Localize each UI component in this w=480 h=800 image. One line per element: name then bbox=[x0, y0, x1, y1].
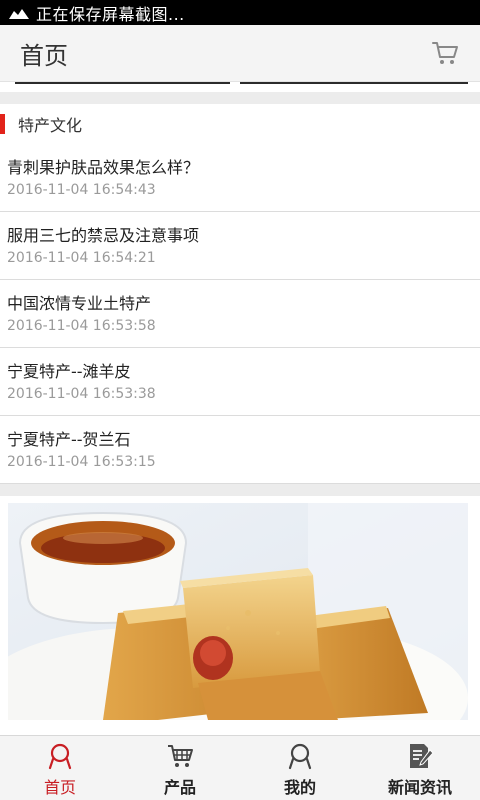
nav-item-products[interactable]: 产品 bbox=[120, 736, 240, 800]
app-header: 首页 bbox=[0, 25, 480, 82]
cart-button[interactable] bbox=[428, 36, 462, 70]
nav-label-news: 新闻资讯 bbox=[387, 778, 452, 797]
article-item[interactable]: 青刺果护肤品效果怎么样？ 2016-11-04 16:54:43 bbox=[0, 144, 480, 212]
article-title: 服用三七的禁忌及注意事项 bbox=[7, 226, 200, 245]
article-title: 宁夏特产--滩羊皮 bbox=[7, 362, 131, 381]
user-icon bbox=[288, 743, 312, 770]
article-item[interactable]: 服用三七的禁忌及注意事项 2016-11-04 16:54:21 bbox=[0, 212, 480, 280]
article-title: 中国浓情专业土特产 bbox=[7, 294, 152, 313]
article-date: 2016-11-04 16:53:58 bbox=[7, 318, 156, 334]
nav-label-products: 产品 bbox=[163, 778, 196, 797]
section-title: 特产文化 bbox=[18, 116, 83, 135]
nav-label-home: 首页 bbox=[43, 778, 76, 797]
article-item[interactable]: 宁夏特产--滩羊皮 2016-11-04 16:53:38 bbox=[0, 348, 480, 416]
section-divider bbox=[0, 484, 480, 496]
article-date: 2016-11-04 16:53:38 bbox=[7, 386, 156, 402]
cart-icon bbox=[432, 42, 458, 64]
screenshot-notification-icon bbox=[9, 8, 29, 19]
article-date: 2016-11-04 16:54:43 bbox=[7, 182, 156, 198]
article-title: 青刺果护肤品效果怎么样？ bbox=[7, 158, 200, 177]
article-item[interactable]: 宁夏特产--贺兰石 2016-11-04 16:53:15 bbox=[0, 416, 480, 484]
status-text: 正在保存屏幕截图... bbox=[36, 4, 185, 24]
article-date: 2016-11-04 16:54:21 bbox=[7, 250, 156, 266]
promo-banner-image[interactable] bbox=[8, 503, 468, 720]
banner-bottom-edge bbox=[0, 82, 480, 86]
home-icon bbox=[48, 743, 72, 770]
pineapple-cake-photo bbox=[8, 503, 468, 720]
nav-item-mine[interactable]: 我的 bbox=[240, 736, 360, 800]
page-title: 首页 bbox=[20, 41, 68, 70]
news-section: 特产文化 青刺果护肤品效果怎么样？ 2016-11-04 16:54:43 服用… bbox=[0, 104, 480, 484]
article-date: 2016-11-04 16:53:15 bbox=[7, 454, 156, 470]
bottom-nav: 首页 产品 我的 新闻资讯 bbox=[0, 735, 480, 800]
section-accent-bar bbox=[0, 114, 5, 134]
nav-item-home[interactable]: 首页 bbox=[0, 736, 120, 800]
status-bar: 正在保存屏幕截图... bbox=[0, 0, 480, 25]
section-divider bbox=[0, 92, 480, 104]
cart-icon bbox=[168, 745, 193, 767]
nav-item-news[interactable]: 新闻资讯 bbox=[360, 736, 480, 800]
nav-label-mine: 我的 bbox=[283, 778, 316, 797]
section-header: 特产文化 bbox=[0, 104, 480, 144]
news-edit-icon bbox=[410, 744, 434, 768]
article-item[interactable]: 中国浓情专业土特产 2016-11-04 16:53:58 bbox=[0, 280, 480, 348]
article-title: 宁夏特产--贺兰石 bbox=[7, 430, 131, 449]
